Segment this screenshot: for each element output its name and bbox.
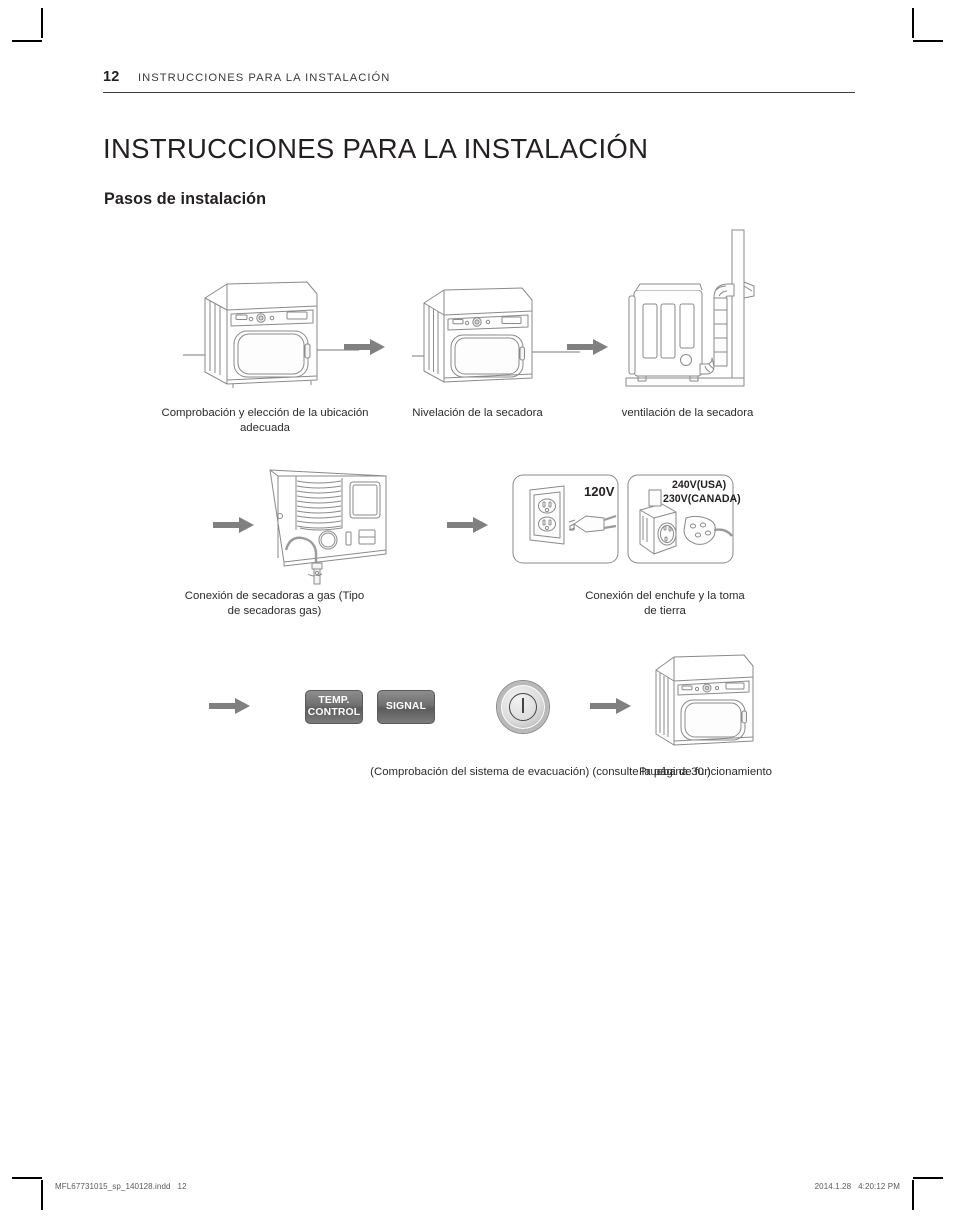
power-icon xyxy=(509,693,537,721)
figure-dryer-leveling xyxy=(412,276,582,388)
caption-venting: ventilación de la secadora xyxy=(621,407,754,419)
installation-steps: Comprobación y elección de la ubicación … xyxy=(0,0,954,1218)
arrow-step-6-to-7 xyxy=(590,697,632,715)
signal-button[interactable]: SIGNAL xyxy=(377,690,435,724)
figure-dryer-location-check xyxy=(183,268,363,388)
figure-gas-connection xyxy=(256,466,401,586)
arrow-step-5-to-6 xyxy=(209,697,251,715)
outlet-230v-canada-label: 230V(CANADA) xyxy=(663,493,741,505)
caption-test-run: Prueba de funcionamiento xyxy=(639,766,772,778)
figure-control-buttons: TEMP. CONTROL SIGNAL xyxy=(305,690,435,724)
temp-control-label-line1: TEMP. xyxy=(318,695,350,707)
figure-test-run xyxy=(648,645,763,750)
caption-gas-connection: Conexión de secadoras a gas (Tipo de sec… xyxy=(184,590,365,618)
arrow-step-2-to-3 xyxy=(567,338,609,356)
outlet-240v-usa-label: 240V(USA) xyxy=(672,479,727,491)
page-footer: MFL67731015_sp_140128.indd 12 2014.1.28 … xyxy=(55,1182,900,1191)
footer-filename: MFL67731015_sp_140128.indd 12 xyxy=(55,1182,187,1191)
outlet-120v-label: 120V xyxy=(584,484,615,499)
caption-power-connection: Conexión del enchufe y la toma de tierra xyxy=(585,590,745,618)
power-button[interactable] xyxy=(497,681,549,733)
figure-dryer-venting xyxy=(624,228,774,393)
arrow-step-1-to-2 xyxy=(344,338,386,356)
signal-label: SIGNAL xyxy=(385,701,427,713)
footer-timestamp: 2014.1.28 4:20:12 PM xyxy=(814,1182,900,1191)
temp-control-button[interactable]: TEMP. CONTROL xyxy=(305,690,363,724)
arrow-step-4-to-5 xyxy=(447,516,489,534)
caption-location-check: Comprobación y elección de la ubicación … xyxy=(161,407,369,435)
arrow-step-3-to-4 xyxy=(213,516,255,534)
temp-control-label-line2: CONTROL xyxy=(307,707,361,718)
caption-leveling: Nivelación de la secadora xyxy=(412,407,543,419)
